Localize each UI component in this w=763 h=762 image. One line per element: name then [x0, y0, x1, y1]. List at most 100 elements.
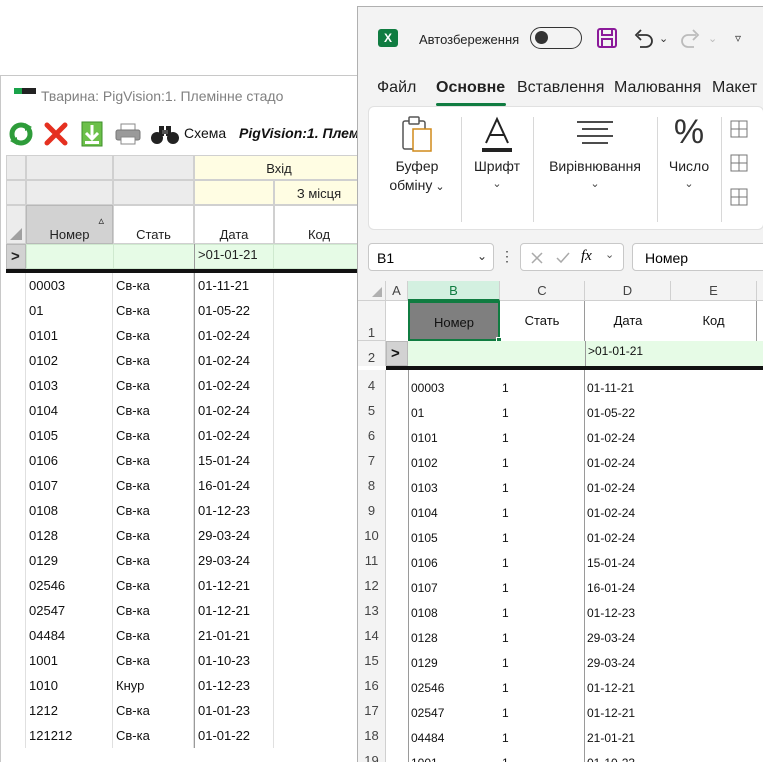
row-selector[interactable] [6, 573, 26, 598]
autosave-toggle[interactable] [530, 27, 582, 49]
cell-code[interactable] [671, 395, 757, 420]
column-letter-e[interactable]: E [671, 281, 757, 301]
cell-sex[interactable]: 1 [500, 620, 585, 645]
cell-number[interactable]: 0102 [408, 445, 500, 470]
more-options-icon[interactable]: ⋮ [500, 248, 514, 265]
column-header-sex[interactable]: Стать [113, 205, 194, 244]
ribbon-group-font[interactable]: Шрифт ⌄ [465, 107, 529, 229]
row-selector[interactable] [6, 598, 26, 623]
cell-date[interactable]: 01-02-24 [585, 470, 671, 495]
cell-c1-header-sex[interactable]: Стать [500, 301, 585, 341]
cell-sex[interactable]: Св-ка [113, 523, 194, 548]
table-row[interactable]: 0105 1 01-02-24 [386, 520, 763, 545]
cell-number[interactable]: 04484 [408, 720, 500, 745]
row-number[interactable]: 1 [358, 301, 386, 341]
cell-number[interactable]: 00003 [408, 370, 500, 395]
row-selector[interactable] [6, 673, 26, 698]
cell-sex[interactable]: Св-ка [113, 373, 194, 398]
cell-number[interactable]: 0128 [408, 620, 500, 645]
customize-toolbar-icon[interactable]: ▿ [735, 25, 741, 51]
cell-date[interactable]: 16-01-24 [585, 570, 671, 595]
table-row[interactable]: 00003 1 01-11-21 [386, 370, 763, 395]
row-selector[interactable] [6, 423, 26, 448]
table-row[interactable]: 0128 Св-ка 29-03-24 [6, 523, 361, 548]
column-header-date[interactable]: Дата [194, 205, 274, 244]
row-number[interactable]: 10 [358, 520, 386, 545]
cell-sex[interactable]: Св-ка [113, 448, 194, 473]
cell-number[interactable]: 0129 [408, 645, 500, 670]
row-selector[interactable] [6, 473, 26, 498]
table-row[interactable]: 0103 1 01-02-24 [386, 470, 763, 495]
cell-code[interactable] [274, 698, 361, 723]
enter-icon[interactable] [555, 250, 571, 266]
row-number[interactable]: 14 [358, 620, 386, 645]
cell-code[interactable] [274, 373, 361, 398]
binoculars-icon[interactable] [149, 120, 181, 148]
cell-number[interactable]: 02547 [26, 598, 113, 623]
cell-sex[interactable]: Св-ка [113, 698, 194, 723]
table-row[interactable]: 0104 Св-ка 01-02-24 [6, 398, 361, 423]
cell-number[interactable]: 0129 [26, 548, 113, 573]
undo-icon[interactable] [632, 25, 654, 51]
cell-code[interactable] [671, 445, 757, 470]
cell-date[interactable]: 01-01-22 [194, 723, 274, 748]
cell-date[interactable]: 01-05-22 [194, 298, 274, 323]
column-header-number[interactable]: ▵ Номер [26, 205, 113, 244]
conditional-format-icon[interactable] [729, 119, 751, 216]
table-row[interactable]: 04484 1 21-01-21 [386, 720, 763, 745]
cell-sex[interactable]: Св-ка [113, 273, 194, 298]
cell-code[interactable] [274, 523, 361, 548]
table-row[interactable]: 01 1 01-05-22 [386, 395, 763, 420]
cell-code[interactable] [671, 420, 757, 445]
cell-number[interactable]: 01 [26, 298, 113, 323]
tab-home[interactable]: Основне [436, 79, 505, 97]
table-row[interactable]: 02547 Св-ка 01-12-21 [6, 598, 361, 623]
column-letter-d[interactable]: D [585, 281, 671, 301]
row-selector[interactable] [6, 723, 26, 748]
row-selector[interactable] [6, 523, 26, 548]
cell-date[interactable]: 01-02-24 [194, 423, 274, 448]
cell-number[interactable]: 0106 [26, 448, 113, 473]
cell-number[interactable]: 0102 [26, 348, 113, 373]
cell-sex[interactable]: 1 [500, 370, 585, 395]
table-row[interactable]: 1001101-10-23 [386, 745, 763, 762]
cell-code[interactable] [671, 545, 757, 570]
column-letter-b[interactable]: B [408, 281, 500, 301]
tab-file[interactable]: Файл [377, 79, 416, 97]
cell-number[interactable]: 0128 [26, 523, 113, 548]
cell-number[interactable]: 0105 [408, 520, 500, 545]
cell-code[interactable] [671, 745, 757, 762]
cell-code[interactable] [274, 498, 361, 523]
cell-date[interactable]: 01-12-21 [194, 598, 274, 623]
cell-number[interactable]: 1212 [26, 698, 113, 723]
cell-code[interactable] [274, 623, 361, 648]
cell-date[interactable]: 01-10-23 [194, 648, 274, 673]
formula-input[interactable]: Номер [632, 243, 763, 271]
cell-sex[interactable]: 1 [500, 445, 585, 470]
cell-number[interactable]: 0105 [26, 423, 113, 448]
cell-number[interactable]: 04484 [26, 623, 113, 648]
cell-sex[interactable]: Св-ка [113, 398, 194, 423]
cell-sex[interactable]: Св-ка [113, 473, 194, 498]
row-selector[interactable] [6, 648, 26, 673]
cell-code[interactable] [671, 520, 757, 545]
cell-sex[interactable]: 1 [500, 395, 585, 420]
row-selector[interactable] [6, 348, 26, 373]
table-row[interactable]: 0102 1 01-02-24 [386, 445, 763, 470]
cell-date[interactable]: 16-01-24 [194, 473, 274, 498]
column-letter-c[interactable]: C [500, 281, 585, 301]
cell-date[interactable]: 01-12-21 [585, 695, 671, 720]
cell-code[interactable] [274, 473, 361, 498]
cell-date[interactable]: 01-12-23 [585, 595, 671, 620]
row-number[interactable]: 12 [358, 570, 386, 595]
redo-icon[interactable] [680, 25, 702, 51]
table-row[interactable]: 1001 Св-ка 01-10-23 [6, 648, 361, 673]
table-row[interactable]: 0129 Св-ка 29-03-24 [6, 548, 361, 573]
cell-number[interactable]: 0103 [26, 373, 113, 398]
function-dropdown-icon[interactable]: ⌄ [605, 248, 614, 261]
tab-insert[interactable]: Вставлення [517, 79, 604, 97]
table-row[interactable]: 0106 Св-ка 15-01-24 [6, 448, 361, 473]
cell-sex[interactable]: 1 [500, 520, 585, 545]
cell-number[interactable]: 121212 [26, 723, 113, 748]
insert-function-icon[interactable]: fx [581, 248, 592, 265]
